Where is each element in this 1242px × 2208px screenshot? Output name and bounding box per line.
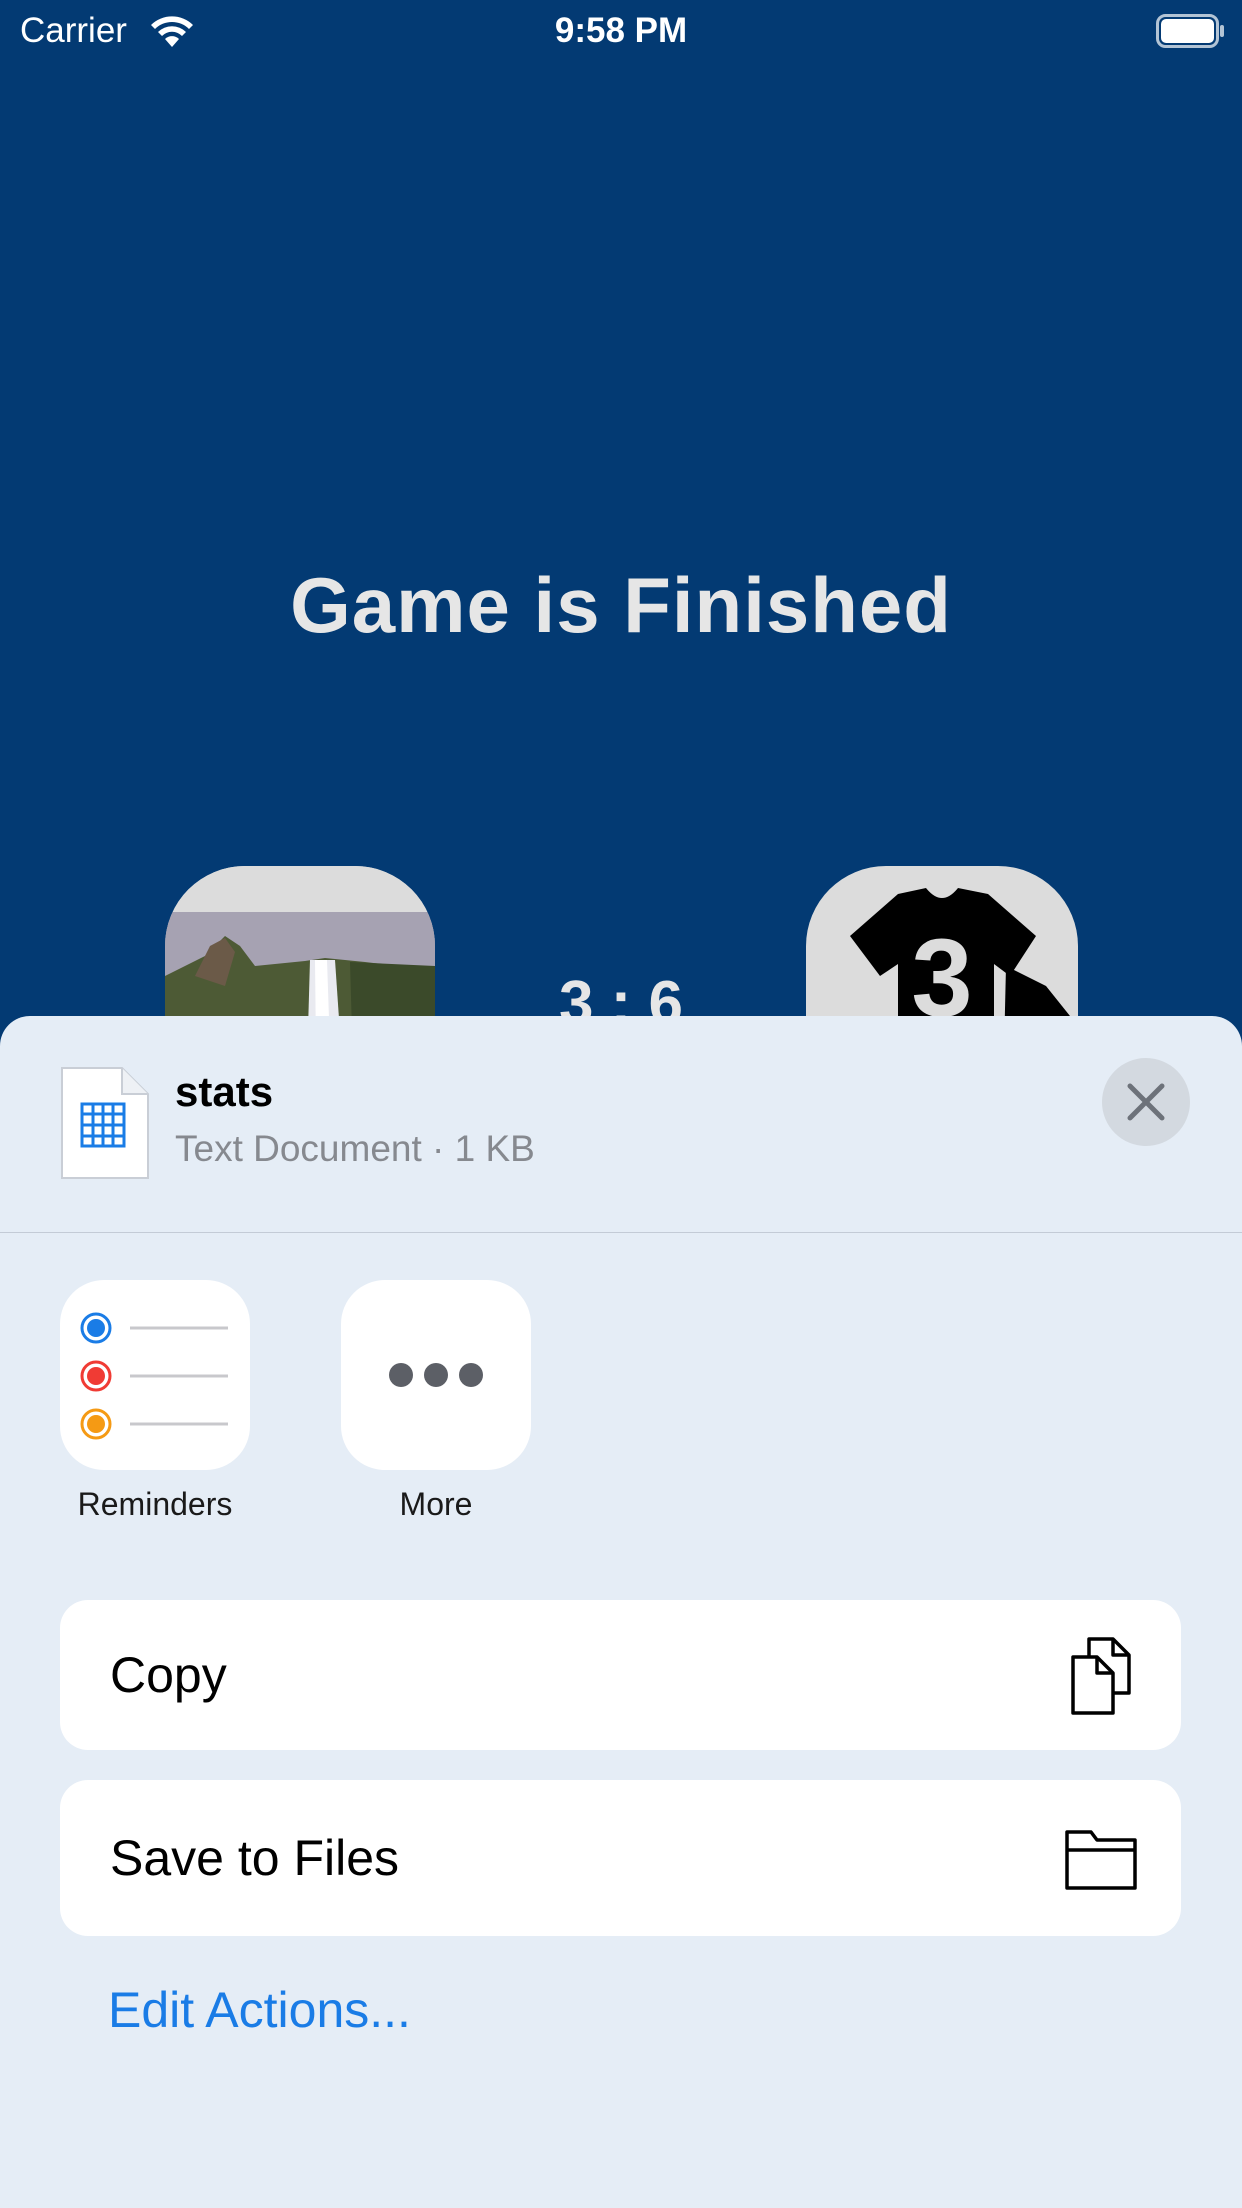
status-bar: Carrier 9:58 PM <box>0 0 1242 62</box>
save-to-files-label: Save to Files <box>110 1830 400 1886</box>
app-label-more: More <box>399 1486 473 1522</box>
screen: Carrier 9:58 PM Game is Finished 3 : 6 3… <box>0 0 1242 2208</box>
copy-action[interactable]: Copy <box>60 1600 1181 1750</box>
document-subtitle: Text Document · 1 KB <box>175 1128 535 1169</box>
save-to-files-action[interactable]: Save to Files <box>60 1780 1181 1936</box>
game-title: Game is Finished <box>290 561 952 649</box>
clock: 9:58 PM <box>554 11 688 50</box>
close-button[interactable] <box>1102 1058 1190 1146</box>
battery-icon <box>1156 14 1224 48</box>
document-title: stats <box>175 1068 274 1115</box>
reminders-icon <box>60 1280 250 1470</box>
edit-actions-link[interactable]: Edit Actions... <box>108 1981 411 2039</box>
copy-action-label: Copy <box>110 1647 227 1703</box>
app-reminders[interactable]: Reminders <box>30 1280 280 1523</box>
share-sheet-header: stats Text Document · 1 KB <box>0 1016 1242 1233</box>
more-icon <box>341 1280 531 1470</box>
app-more[interactable]: More <box>311 1280 561 1523</box>
app-label-reminders: Reminders <box>77 1486 233 1522</box>
spreadsheet-document-icon <box>61 1067 149 1179</box>
folder-icon <box>1065 1830 1137 1890</box>
close-icon <box>1127 1083 1165 1121</box>
copy-icon <box>1071 1637 1131 1715</box>
share-sheet: stats Text Document · 1 KB Reminders Mor… <box>0 1016 1242 2208</box>
share-apps-row: Reminders More <box>0 1280 1242 1540</box>
